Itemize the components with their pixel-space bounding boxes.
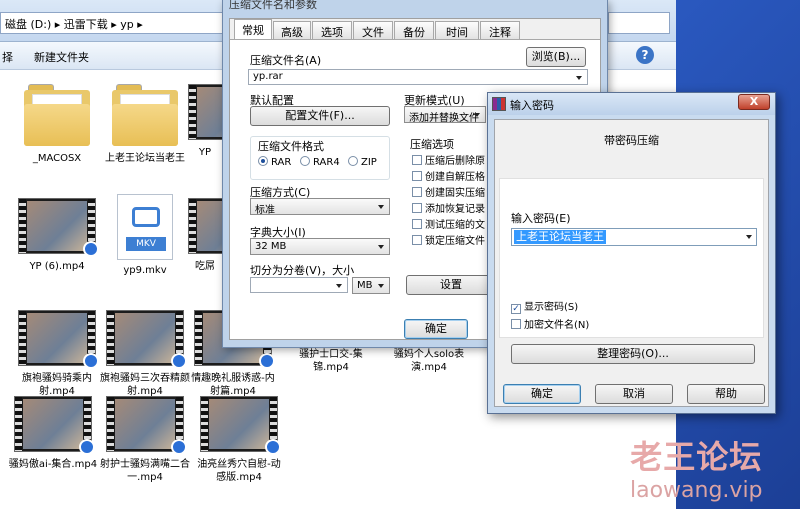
archive-name-label: 压缩文件名(A)	[250, 54, 322, 67]
file-name: 上老王论坛当老王	[105, 153, 185, 164]
list-item[interactable]: 射护士骚妈满嘴二合一.mp4	[100, 388, 190, 484]
file-name: 油亮丝秀穴自慰-动感版.mp4	[197, 459, 281, 483]
set-password-button[interactable]: 设置	[406, 275, 496, 295]
video-thumbnail-icon	[106, 396, 187, 455]
video-thumbnail-icon	[18, 310, 99, 369]
file-name: 骚护士口交-集锦.mp4	[299, 349, 363, 373]
show-password-checkbox[interactable]: ✓ 显示密码(S)	[511, 298, 578, 314]
list-item[interactable]: 旗袍骚妈三次吞精颜射.mp4	[100, 302, 190, 398]
file-name: 吃屌	[195, 261, 215, 272]
watermark-title: 老王论坛	[630, 438, 763, 476]
list-item[interactable]: 油亮丝秀穴自慰-动感版.mp4	[194, 388, 284, 484]
folder-icon	[112, 84, 178, 146]
list-item[interactable]: YP	[188, 76, 222, 159]
video-thumbnail-icon	[18, 198, 99, 257]
format-zip-radio[interactable]: ZIP	[348, 156, 377, 168]
solid-checkbox[interactable]: 创建固实压缩	[412, 184, 485, 199]
share-button[interactable]: 择	[2, 49, 13, 65]
recovery-record-checkbox[interactable]: 添加恢复记录	[412, 200, 485, 215]
format-rar-radio[interactable]: RAR	[258, 156, 291, 168]
new-folder-button[interactable]: 新建文件夹	[34, 49, 89, 65]
winrar-icon	[492, 97, 506, 111]
list-item[interactable]: 吃屌	[188, 190, 222, 273]
split-label: 切分为分卷(V)，大小	[250, 264, 355, 277]
close-button[interactable]: X	[738, 94, 770, 110]
list-item[interactable]: _MACOSX	[12, 76, 102, 165]
password-heading: 带密码压缩	[495, 120, 768, 170]
dialog-title: 压缩文件名和参数	[229, 0, 317, 11]
password-text: 上老王论坛当老王	[514, 230, 606, 244]
password-panel: 带密码压缩 输入密码(E) 上老王论坛当老王 ✓ 显示密码(S) 加密文件名(N)…	[494, 119, 769, 407]
delete-after-checkbox[interactable]: 压缩后删除原	[412, 152, 485, 167]
test-files-checkbox[interactable]: 测试压缩的文	[412, 216, 485, 231]
list-item[interactable]: YP (6).mp4	[12, 190, 102, 273]
ok-button[interactable]: 确定	[404, 319, 468, 339]
sfx-checkbox[interactable]: 创建自解压格	[412, 168, 485, 183]
file-name: 骚妈个人solo表演.mp4	[393, 349, 465, 373]
split-size-input[interactable]	[250, 277, 348, 293]
list-item[interactable]: MKV yp9.mkv	[100, 190, 190, 277]
dialog-titlebar: 输入密码 X	[488, 93, 775, 115]
encrypt-file-names-checkbox[interactable]: 加密文件名(N)	[511, 316, 589, 331]
help-icon[interactable]: ?	[636, 46, 654, 64]
options-label: 压缩选项	[410, 138, 454, 151]
browse-button[interactable]: 浏览(B)...	[526, 47, 586, 67]
mkv-file-icon: MKV	[117, 194, 173, 260]
file-name: 骚妈傲ai-集合.mp4	[8, 459, 98, 470]
format-label: 压缩文件格式	[258, 140, 324, 153]
list-item[interactable]: 骚妈傲ai-集合.mp4	[8, 388, 98, 471]
split-unit-select[interactable]: MB	[352, 277, 390, 294]
password-input[interactable]: 上老王论坛当老王	[511, 228, 757, 246]
video-thumbnail-icon	[188, 198, 222, 254]
format-rar4-radio[interactable]: RAR4	[300, 156, 340, 168]
tab-advanced[interactable]: 高级	[273, 21, 311, 39]
lock-archive-checkbox[interactable]: 锁定压缩文件	[412, 232, 485, 247]
file-name: YP	[198, 147, 212, 158]
list-item[interactable]: 旗袍骚妈骑乘内射.mp4	[12, 302, 102, 398]
video-thumbnail-icon	[200, 396, 281, 455]
file-name: _MACOSX	[32, 153, 82, 164]
video-thumbnail-icon	[188, 84, 222, 140]
archive-name-input[interactable]: yp.rar	[248, 69, 588, 85]
organize-passwords-button[interactable]: 整理密码(O)...	[511, 344, 755, 364]
tab-time[interactable]: 时间	[435, 21, 479, 39]
method-select[interactable]: 标准	[250, 198, 390, 216]
watermark-logo: 老王论坛 laowang.vip	[630, 432, 763, 503]
tab-general[interactable]: 常规	[234, 19, 272, 40]
ok-button[interactable]: 确定	[503, 384, 581, 404]
password-dialog: 输入密码 X 带密码压缩 输入密码(E) 上老王论坛当老王 ✓ 显示密码(S) 加…	[487, 92, 776, 414]
list-item[interactable]: 上老王论坛当老王	[100, 76, 190, 165]
video-thumbnail-icon	[14, 396, 95, 455]
file-name: YP (6).mp4	[29, 261, 85, 272]
file-name: 射护士骚妈满嘴二合一.mp4	[100, 459, 190, 483]
profiles-button[interactable]: 配置文件(F)...	[250, 106, 390, 126]
help-button[interactable]: 帮助	[687, 384, 765, 404]
watermark-url: laowang.vip	[630, 478, 763, 503]
tab-comment[interactable]: 注释	[480, 21, 520, 39]
update-mode-select[interactable]: 添加并替换文件	[404, 106, 486, 123]
dictionary-select[interactable]: 32 MB	[250, 238, 390, 255]
folder-icon	[24, 84, 90, 146]
tab-backup[interactable]: 备份	[394, 21, 434, 39]
search-input[interactable]	[608, 12, 670, 34]
breadcrumb[interactable]: 磁盘 (D:) ▸ 迅雷下载 ▸ yp ▸	[0, 12, 238, 34]
tab-options[interactable]: 选项	[312, 21, 352, 39]
enter-password-label: 输入密码(E)	[511, 212, 571, 225]
password-body	[499, 178, 764, 338]
tab-files[interactable]: 文件	[353, 21, 393, 39]
dialog-title: 输入密码	[510, 99, 554, 112]
file-name: yp9.mkv	[123, 265, 167, 276]
video-thumbnail-icon	[106, 310, 187, 369]
cancel-button[interactable]: 取消	[595, 384, 673, 404]
